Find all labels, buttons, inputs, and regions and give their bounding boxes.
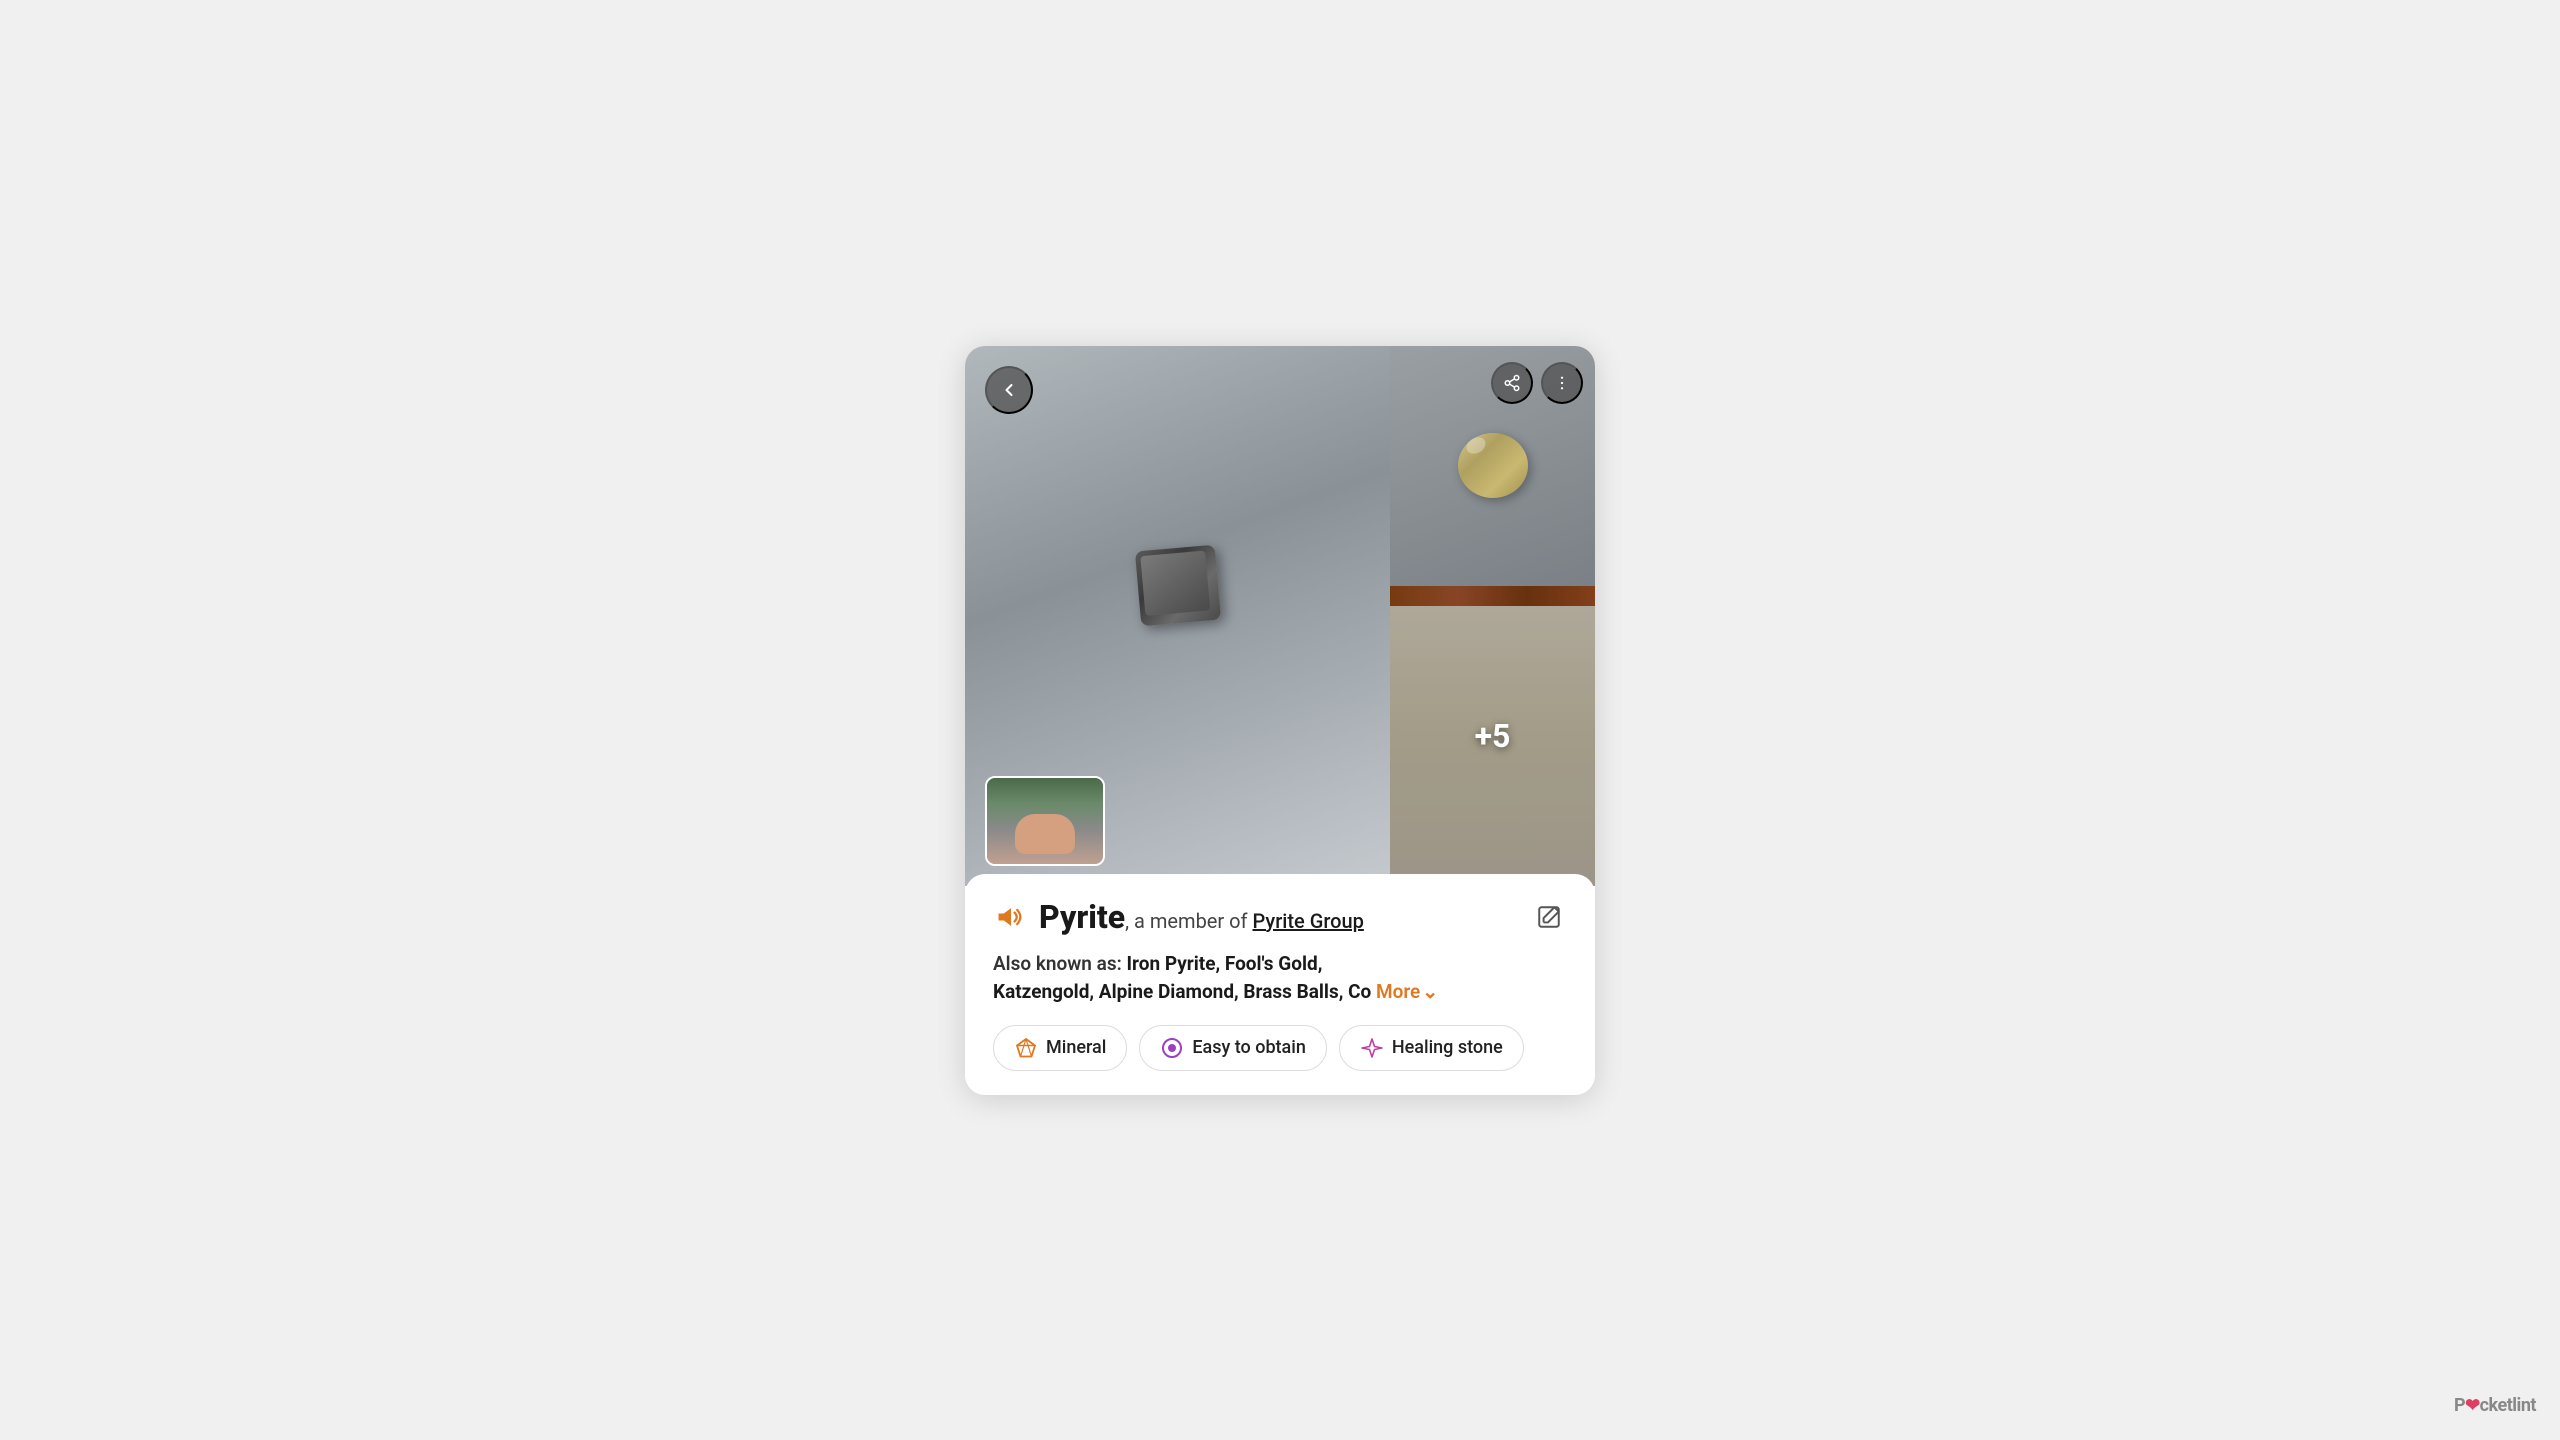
pyrite-stone-small <box>1458 433 1528 498</box>
info-panel: Pyrite, a member of Pyrite Group Also kn… <box>965 874 1595 1095</box>
easy-to-obtain-label: Easy to obtain <box>1192 1037 1306 1058</box>
mineral-tag-label: Mineral <box>1046 1037 1106 1058</box>
pentagon-gem-icon <box>1014 1036 1038 1060</box>
app-container: +5 Pyrite, a member of Pyrite Group <box>965 346 1595 1095</box>
sparkle-diamond-icon <box>1360 1036 1384 1060</box>
hand-thumbnail <box>1015 814 1075 854</box>
right-top-image <box>1390 346 1595 586</box>
tag-mineral[interactable]: Mineral <box>993 1025 1127 1071</box>
mineral-title-left: Pyrite, a member of Pyrite Group <box>993 898 1364 936</box>
mineral-group-link[interactable]: Pyrite Group <box>1252 909 1363 933</box>
more-link[interactable]: More⌄ <box>1376 980 1438 1003</box>
mineral-group-text: , a member of Pyrite Group <box>1125 909 1364 933</box>
action-buttons <box>1491 362 1583 404</box>
right-column: +5 <box>1390 346 1595 886</box>
also-known: Also known as: Iron Pyrite, Fool's Gold,… <box>993 950 1567 1007</box>
main-image <box>965 346 1390 886</box>
brand-heart: ❤ <box>2465 1395 2480 1416</box>
pocketlint-badge: P❤cketlint <box>2454 1395 2536 1416</box>
tag-easy-to-obtain[interactable]: Easy to obtain <box>1139 1025 1327 1071</box>
mineral-full-title: Pyrite, a member of Pyrite Group <box>1039 898 1364 936</box>
tag-healing-stone[interactable]: Healing stone <box>1339 1025 1524 1071</box>
thumbnail-image[interactable] <box>985 776 1105 866</box>
healing-stone-label: Healing stone <box>1392 1037 1503 1058</box>
pyrite-stone-main <box>1134 545 1220 627</box>
share-button[interactable] <box>1491 362 1533 404</box>
more-images-badge[interactable]: +5 <box>1475 717 1511 755</box>
mineral-title-row: Pyrite, a member of Pyrite Group <box>993 898 1567 936</box>
edit-button[interactable] <box>1531 899 1567 935</box>
back-button[interactable] <box>985 366 1033 414</box>
tags-row: Mineral Easy to obtain <box>993 1025 1567 1071</box>
mineral-name: Pyrite <box>1039 898 1125 936</box>
also-known-label: Also known as: <box>993 952 1122 975</box>
circle-dot-icon <box>1160 1036 1184 1060</box>
more-options-button[interactable] <box>1541 362 1583 404</box>
sound-icon[interactable] <box>993 899 1029 935</box>
right-bottom-image[interactable]: +5 <box>1390 586 1595 886</box>
image-area: +5 <box>965 346 1595 886</box>
